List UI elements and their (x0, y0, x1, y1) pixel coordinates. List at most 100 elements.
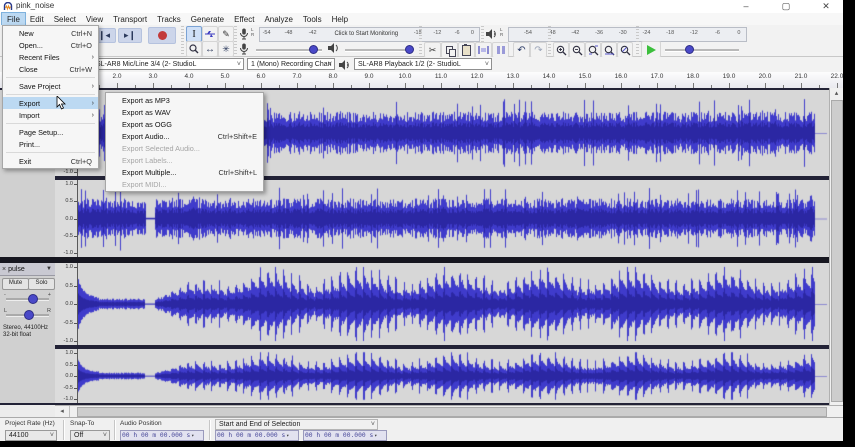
toolbar-grip[interactable] (419, 26, 422, 55)
menubar-item-file[interactable]: File (1, 12, 26, 26)
play-at-speed-button[interactable] (641, 41, 661, 58)
file-menu-item-page-setup[interactable]: Page Setup... (3, 126, 98, 138)
zoom-tool-button[interactable] (186, 41, 202, 57)
track-menu-chevron-icon[interactable]: ▼ (46, 266, 55, 272)
menubar-item-help[interactable]: Help (327, 13, 353, 25)
track2-channel2-waveform-area[interactable] (77, 349, 829, 403)
redo-button[interactable]: ↷ (530, 42, 547, 58)
menu-separator (6, 152, 95, 153)
menubar-item-tracks[interactable]: Tracks (152, 13, 186, 25)
file-menu-item-close[interactable]: Close Ctrl+W (3, 63, 98, 75)
audio-position-field[interactable]: 00 h 00 m 00.000 s (120, 430, 204, 441)
copy-button[interactable] (441, 42, 458, 58)
record-button[interactable] (148, 27, 176, 44)
menubar-item-transport[interactable]: Transport (108, 13, 152, 25)
timeline-ruler[interactable]: 1.02.03.04.05.06.07.08.09.010.011.012.01… (0, 72, 843, 89)
playback-volume-slider[interactable] (343, 42, 415, 56)
toolbar-grip[interactable] (636, 26, 639, 55)
playback-meter[interactable]: -54 -48 -42 -30 -36 -24 -18 -12 -6 0 (508, 27, 747, 42)
file-menu-item-import[interactable]: Import › (3, 109, 98, 121)
file-menu-item-open[interactable]: Open... Ctrl+O (3, 39, 98, 51)
paste-button[interactable] (458, 42, 475, 58)
zoom-toggle-button[interactable] (617, 42, 633, 58)
zoom-in-button[interactable] (553, 42, 569, 58)
menubar-item-select[interactable]: Select (49, 13, 81, 25)
close-button[interactable]: ✕ (811, 0, 841, 13)
playback-speed-slider[interactable] (663, 42, 741, 56)
zoom-out-button[interactable] (569, 42, 585, 58)
recording-device-select[interactable]: SL-AR8 Mic/Line 3/4 (2- StudioL (92, 58, 244, 70)
meter-scale-label: -42 (308, 30, 317, 36)
gain-slider[interactable]: - + (4, 292, 51, 304)
amplitude-label: -0.5 (63, 232, 73, 239)
menubar-item-view[interactable]: View (81, 13, 108, 25)
meter-scale-label: -12 (689, 30, 698, 36)
track2-channel2-vertical-ruler[interactable]: 1.0 0.5 0.0 -0.5 -1.0 (55, 349, 78, 403)
trim-audio-button[interactable] (475, 42, 492, 58)
menubar-item-edit[interactable]: Edit (25, 13, 49, 25)
mute-button[interactable]: Mute (2, 278, 29, 290)
toolbar-grip[interactable] (548, 26, 551, 55)
export-menu-item-export-as-wav[interactable]: Export as WAV (106, 106, 263, 118)
meter-scale-label: -18 (666, 30, 675, 36)
recording-meter[interactable]: Click to Start Monitoring -54 -48 -42 -18 -1… (259, 27, 480, 42)
export-menu-item-export-multiple[interactable]: Export Multiple... Ctrl+Shift+L (106, 166, 263, 178)
monitoring-message[interactable]: Click to Start Monitoring (334, 31, 398, 37)
menubar-item-generate[interactable]: Generate (186, 13, 229, 25)
multi-tool-button[interactable]: ✳ (218, 41, 234, 57)
fit-project-button[interactable] (601, 42, 617, 58)
selection-tool-button[interactable]: I (186, 26, 202, 42)
track2-control-panel[interactable]: × pulse ▼ Mute Solo - + LR Stereo, 44100H… (0, 263, 56, 403)
minimize-button[interactable]: – (731, 0, 761, 13)
amplitude-label: 0.5 (65, 282, 73, 289)
solo-button[interactable]: Solo (28, 278, 55, 290)
menubar-item-analyze[interactable]: Analyze (259, 13, 297, 25)
file-menu-item-print[interactable]: Print... (3, 138, 98, 150)
track1-channel2-vertical-ruler[interactable]: 1.0 0.5 0.0 -0.5 -1.0 (55, 180, 78, 257)
export-menu-item-export-as-mp3[interactable]: Export as MP3 (106, 94, 263, 106)
scroll-left-icon[interactable]: ◂ (55, 406, 70, 417)
snap-to-select[interactable]: Off (70, 430, 110, 441)
fit-selection-button[interactable] (585, 42, 601, 58)
selection-mode-select[interactable]: Start and End of Selection (215, 419, 378, 430)
export-menu-item-export-audio[interactable]: Export Audio... Ctrl+Shift+E (106, 130, 263, 142)
draw-tool-button[interactable]: ✎ (218, 26, 234, 42)
selection-start-field[interactable]: 00 h 00 m 00.000 s (215, 430, 299, 441)
file-menu-item-exit[interactable]: Exit Ctrl+Q (3, 155, 98, 167)
track-close-icon[interactable]: × (0, 266, 8, 273)
toolbar-grip[interactable] (181, 26, 184, 55)
recording-channels-select[interactable]: 1 (Mono) Recording Chan (247, 58, 335, 70)
meter-scale-label: -30 (618, 30, 627, 36)
file-menu-item-recent-files[interactable]: Recent Files › (3, 51, 98, 63)
timeshift-tool-button[interactable]: ↔ (202, 41, 218, 57)
pan-slider[interactable]: LR (4, 308, 51, 320)
skip-to-end-button[interactable]: ▸❙ (118, 28, 142, 43)
project-rate-select[interactable]: 44100 (5, 430, 57, 441)
scroll-up-icon[interactable]: ▴ (830, 88, 843, 99)
undo-button[interactable]: ↶ (513, 42, 530, 58)
track2-channel1-vertical-ruler[interactable]: 1.0 0.5 0.0 -0.5 -1.0 (55, 263, 78, 345)
meter-scale-label: -6 (454, 30, 460, 36)
menubar-item-tools[interactable]: Tools (298, 13, 327, 25)
selection-end-field[interactable]: 00 h 00 m 00.000 s (303, 430, 387, 441)
envelope-tool-button[interactable] (202, 26, 218, 42)
maximize-button[interactable]: ▢ (771, 0, 801, 13)
playback-device-select[interactable]: SL-AR8 Playback 1/2 (2- StudioL (354, 58, 492, 70)
amplitude-label: 1.0 (65, 181, 73, 187)
track-name[interactable]: pulse (8, 266, 25, 273)
mixer-mic-icon (240, 43, 248, 55)
file-menu-item-save-project[interactable]: Save Project › (3, 80, 98, 92)
file-menu-item-new[interactable]: New Ctrl+N (3, 27, 98, 39)
file-menu-item-export[interactable]: Export › (3, 97, 98, 109)
horizontal-scrollbar-thumb[interactable] (77, 407, 827, 417)
cut-button[interactable]: ✂ (424, 42, 441, 58)
track2-channel1-waveform-area[interactable] (77, 263, 829, 345)
menubar-item-effect[interactable]: Effect (229, 13, 259, 25)
title-bar: pink_noise – ▢ ✕ (0, 0, 843, 14)
track-header: × pulse ▼ (0, 263, 55, 276)
export-menu-item-export-as-ogg[interactable]: Export as OGG (106, 118, 263, 130)
vertical-scrollbar-thumb[interactable] (831, 100, 843, 402)
toolbar-grip[interactable] (234, 26, 237, 55)
recording-volume-slider[interactable] (254, 42, 324, 56)
silence-audio-button[interactable] (492, 42, 509, 58)
